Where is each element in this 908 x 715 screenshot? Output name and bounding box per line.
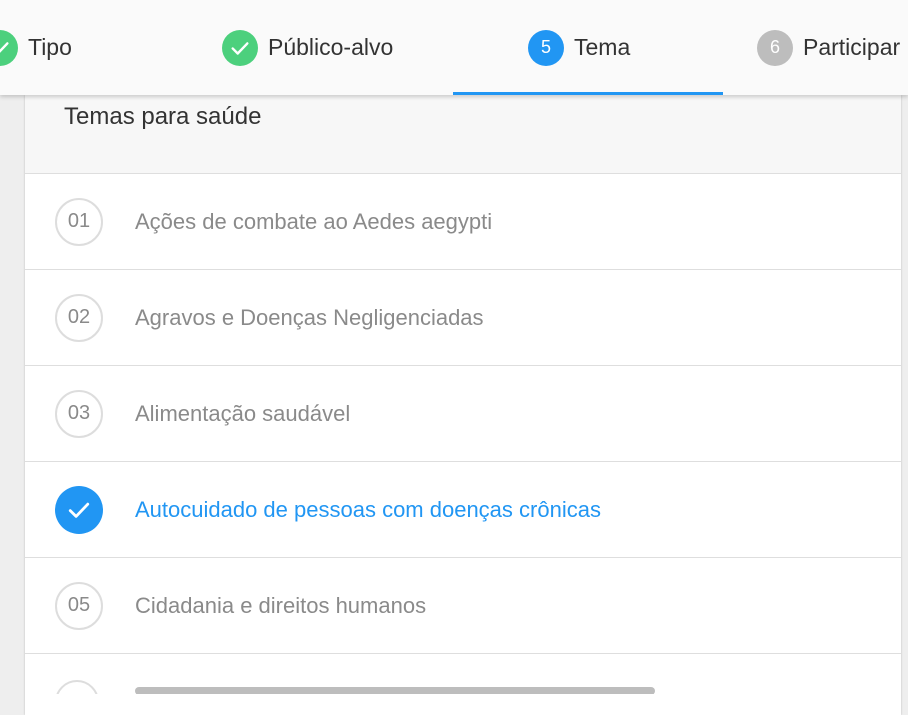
card-header: Temas para saúde [25,95,901,174]
topic-label: Ações de combate ao Aedes aegypti [135,208,493,234]
check-icon [0,29,18,66]
active-step-indicator [453,92,723,95]
step-tema[interactable]: 5 Tema [528,0,630,95]
check-icon [55,485,103,534]
partially-visible-topic-item [25,654,901,694]
topic-item[interactable]: 02 Agravos e Doenças Negligenciadas [25,270,901,366]
topic-number: 05 [55,581,103,630]
step-publico-alvo[interactable]: Público-alvo [222,0,393,95]
topic-number: 01 [55,197,103,246]
topics-card: Temas para saúde 01 Ações de combate ao … [25,95,901,715]
topic-label: Agravos e Doenças Negligenciadas [135,304,484,330]
topic-label: Cidadania e direitos humanos [135,592,427,618]
topic-number-circle [55,680,99,694]
topic-item[interactable]: 05 Cidadania e direitos humanos [25,558,901,654]
topic-number: 03 [55,389,103,438]
topic-number: 02 [55,293,103,342]
truncated-text-bar [135,687,655,694]
step-label: Participar [803,34,901,60]
topic-item[interactable]: 03 Alimentação saudável [25,366,901,462]
stepper: Tipo Público-alvo 5 Tema 6 Participar [0,0,908,95]
step-label: Público-alvo [268,34,394,60]
topic-list: 01 Ações de combate ao Aedes aegypti 02 … [25,174,901,654]
step-number-badge: 5 [528,29,564,66]
step-tipo[interactable]: Tipo [0,0,72,95]
step-label: Tema [574,34,631,60]
step-participar[interactable]: 6 Participar [757,0,900,95]
card-title: Temas para saúde [64,103,262,130]
topic-item-selected[interactable]: Autocuidado de pessoas com doenças crôni… [25,462,901,558]
topic-item[interactable]: 01 Ações de combate ao Aedes aegypti [25,174,901,270]
step-number-badge: 6 [757,29,793,66]
topic-label: Alimentação saudável [135,400,351,426]
check-icon [222,29,258,66]
topic-label: Autocuidado de pessoas com doenças crôni… [135,496,601,522]
step-label: Tipo [28,34,72,60]
